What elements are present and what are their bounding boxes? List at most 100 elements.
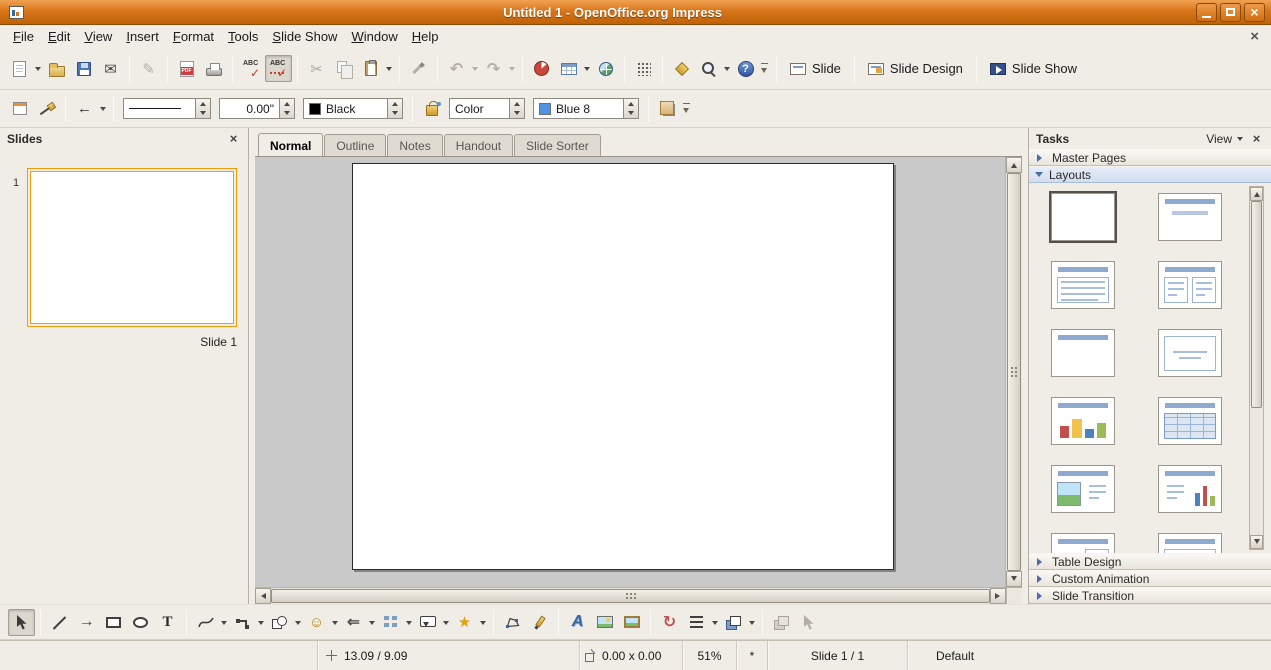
slide-thumbnail[interactable] (27, 168, 237, 327)
slide-design-button[interactable]: Slide Design (860, 56, 971, 81)
layout-title-chart[interactable] (1051, 397, 1115, 445)
interaction-button[interactable] (795, 609, 822, 636)
slides-panel-close[interactable] (226, 131, 241, 146)
status-zoom[interactable]: 51% (683, 641, 737, 670)
menu-tools[interactable]: Tools (221, 26, 265, 47)
status-page-style[interactable]: Default (908, 641, 1271, 670)
glue-points-button[interactable] (526, 609, 553, 636)
layouts-scroll-thumb[interactable] (1251, 201, 1262, 408)
fill-style-spin[interactable] (509, 99, 524, 118)
horizontal-scroll-track[interactable] (271, 588, 990, 604)
line-dialog-button[interactable] (33, 95, 60, 122)
callouts-dropdown[interactable] (441, 609, 451, 636)
menu-window[interactable]: Window (344, 26, 404, 47)
maximize-button[interactable] (1220, 3, 1241, 22)
section-table-design[interactable]: Table Design (1029, 553, 1271, 570)
close-document-button[interactable] (1244, 28, 1265, 45)
print-button[interactable] (200, 55, 227, 82)
curve-tool-button[interactable] (192, 609, 219, 636)
line-style-combo[interactable] (123, 98, 211, 119)
slide-page[interactable] (352, 163, 894, 570)
layouts-scroll-up[interactable] (1250, 187, 1263, 201)
tab-outline[interactable]: Outline (324, 134, 386, 156)
arrange-dropdown[interactable] (747, 609, 757, 636)
menu-help[interactable]: Help (405, 26, 446, 47)
format-paintbrush-button[interactable] (405, 55, 432, 82)
layout-centered-text[interactable] (1158, 329, 1222, 377)
menu-edit[interactable]: Edit (41, 26, 77, 47)
spelling-button[interactable] (238, 55, 265, 82)
layout-blank[interactable] (1051, 193, 1115, 241)
vertical-scroll-track[interactable] (1006, 173, 1022, 571)
fill-color-spin[interactable] (623, 99, 638, 118)
alignment-dropdown[interactable] (710, 609, 720, 636)
scroll-up-button[interactable] (1006, 157, 1022, 173)
email-button[interactable] (97, 55, 124, 82)
insert-table-button[interactable] (555, 55, 582, 82)
shadow-button[interactable] (654, 95, 681, 122)
layouts-scroll-track[interactable] (1250, 201, 1263, 535)
tasks-panel-close[interactable] (1249, 131, 1264, 146)
tab-slide-sorter[interactable]: Slide Sorter (514, 134, 601, 156)
close-button[interactable] (1244, 3, 1265, 22)
layout-title-spreadsheet[interactable] (1158, 397, 1222, 445)
new-document-dropdown[interactable] (33, 55, 43, 82)
rectangle-tool-button[interactable] (100, 609, 127, 636)
ellipse-tool-button[interactable] (127, 609, 154, 636)
rotate-button[interactable] (656, 609, 683, 636)
menu-view[interactable]: View (77, 26, 119, 47)
undo-dropdown[interactable] (470, 55, 480, 82)
section-master-pages[interactable]: Master Pages (1029, 149, 1271, 166)
cut-button[interactable] (303, 55, 330, 82)
slide-button[interactable]: Slide (782, 56, 849, 81)
styles-and-formatting-button[interactable] (6, 95, 33, 122)
tab-notes[interactable]: Notes (387, 134, 442, 156)
horizontal-scroll-thumb[interactable] (271, 589, 990, 603)
fill-style-combo[interactable]: Color (449, 98, 525, 119)
layout-title-object[interactable] (1158, 533, 1222, 553)
layout-title-text-object[interactable] (1051, 533, 1115, 553)
connector-dropdown[interactable] (256, 609, 266, 636)
zoom-dropdown[interactable] (722, 55, 732, 82)
layout-title-slide[interactable] (1158, 193, 1222, 241)
gallery-button[interactable] (618, 609, 645, 636)
flowcharts-button[interactable] (377, 609, 404, 636)
insert-table-dropdown[interactable] (582, 55, 592, 82)
tasks-view-menu[interactable]: View (1200, 132, 1249, 146)
layout-title-clipart-text[interactable] (1051, 465, 1115, 513)
arrow-style-button[interactable] (71, 95, 98, 122)
vertical-scroll-thumb[interactable] (1007, 173, 1021, 571)
minimize-button[interactable] (1196, 3, 1217, 22)
display-grid-button[interactable] (630, 55, 657, 82)
arrow-style-dropdown[interactable] (98, 95, 108, 122)
copy-button[interactable] (330, 55, 357, 82)
tab-normal[interactable]: Normal (258, 133, 323, 156)
arrange-button[interactable] (720, 609, 747, 636)
callouts-button[interactable] (414, 609, 441, 636)
scroll-down-button[interactable] (1006, 571, 1022, 587)
connector-tool-button[interactable] (229, 609, 256, 636)
redo-dropdown[interactable] (507, 55, 517, 82)
alignment-button[interactable] (683, 609, 710, 636)
fill-color-combo[interactable]: Blue 8 (533, 98, 639, 119)
scroll-left-button[interactable] (255, 588, 271, 604)
save-button[interactable] (70, 55, 97, 82)
line-style-spin[interactable] (195, 99, 210, 118)
basic-shapes-dropdown[interactable] (293, 609, 303, 636)
select-tool-button[interactable] (8, 609, 35, 636)
redo-button[interactable] (480, 55, 507, 82)
layout-title-only[interactable] (1051, 329, 1115, 377)
menu-slide-show[interactable]: Slide Show (265, 26, 344, 47)
text-tool-button[interactable] (154, 609, 181, 636)
export-pdf-button[interactable] (173, 55, 200, 82)
line-color-spin[interactable] (387, 99, 402, 118)
hyperlink-button[interactable] (592, 55, 619, 82)
layout-title-two-content[interactable] (1158, 261, 1222, 309)
flowcharts-dropdown[interactable] (404, 609, 414, 636)
app-icon[interactable] (9, 6, 24, 19)
vertical-scrollbar[interactable] (1005, 157, 1022, 587)
curve-dropdown[interactable] (219, 609, 229, 636)
menu-file[interactable]: File (6, 26, 41, 47)
points-button[interactable] (499, 609, 526, 636)
section-slide-transition[interactable]: Slide Transition (1029, 587, 1271, 604)
